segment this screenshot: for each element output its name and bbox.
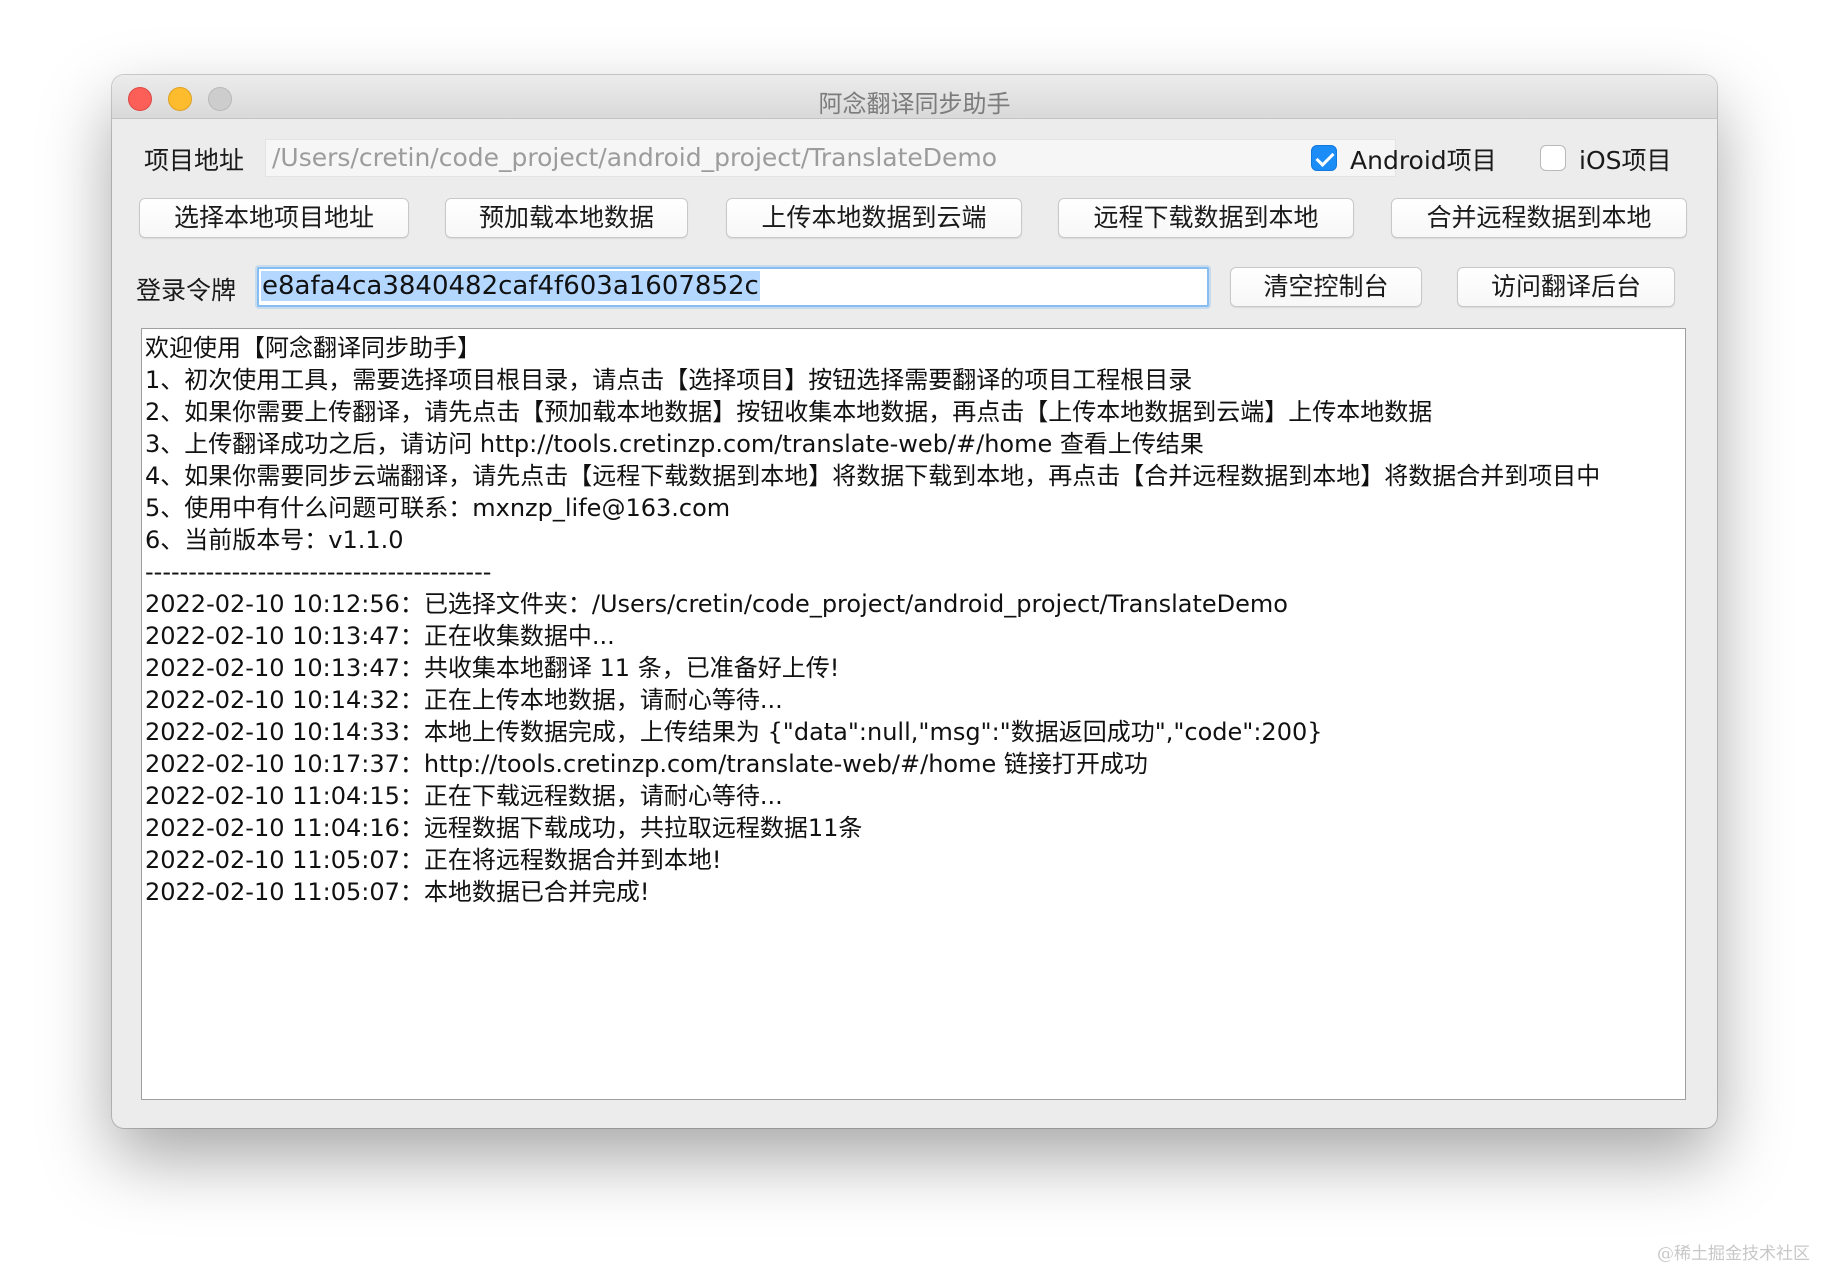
upload-to-cloud-button[interactable]: 上传本地数据到云端 xyxy=(726,198,1022,238)
console-line: 2022-02-10 10:14:33：本地上传数据完成，上传结果为 {"dat… xyxy=(145,718,1323,746)
console-line: 4、如果你需要同步云端翻译，请先点击【远程下载数据到本地】将数据下载到本地，再点… xyxy=(145,462,1601,490)
app-window: 阿念翻译同步助手 项目地址 /Users/cretin/code_project… xyxy=(112,75,1717,1128)
console-line: 2022-02-10 11:05:07：正在将远程数据合并到本地! xyxy=(145,846,722,874)
download-remote-button[interactable]: 远程下载数据到本地 xyxy=(1058,198,1354,238)
console-line: 2、如果你需要上传翻译，请先点击【预加载本地数据】按钮收集本地数据，再点击【上传… xyxy=(145,398,1433,426)
console-line: ---------------------------------------- xyxy=(145,558,492,586)
watermark: @稀土掘金技术社区 xyxy=(1657,1244,1810,1264)
console-line: 2022-02-10 10:13:47：共收集本地翻译 11 条，已准备好上传! xyxy=(145,654,840,682)
console-line: 2022-02-10 10:14:32：正在上传本地数据，请耐心等待... xyxy=(145,686,783,714)
preload-local-data-button[interactable]: 预加载本地数据 xyxy=(445,198,688,238)
select-local-project-button[interactable]: 选择本地项目地址 xyxy=(139,198,409,238)
android-project-label[interactable]: Android项目 xyxy=(1350,141,1497,177)
ios-project-checkbox[interactable] xyxy=(1540,145,1566,171)
login-token-value: e8afa4ca3840482caf4f603a1607852c xyxy=(261,271,760,301)
console-line: 2022-02-10 10:12:56：已选择文件夹：/Users/cretin… xyxy=(145,590,1288,618)
console-line: 5、使用中有什么问题可联系：mxnzp_life@163.com xyxy=(145,494,731,522)
console-line: 1、初次使用工具，需要选择项目根目录，请点击【选择项目】按钮选择需要翻译的项目工… xyxy=(145,366,1193,394)
visit-translate-backend-button[interactable]: 访问翻译后台 xyxy=(1457,267,1675,307)
console-line: 欢迎使用【阿念翻译同步助手】 xyxy=(145,334,481,362)
console-line: 2022-02-10 10:17:37：http://tools.cretinz… xyxy=(145,750,1148,778)
title-bar[interactable]: 阿念翻译同步助手 xyxy=(112,75,1717,119)
login-token-label: 登录令牌 xyxy=(136,276,237,305)
console-line: 6、当前版本号：v1.1.0 xyxy=(145,526,404,554)
android-project-checkbox[interactable] xyxy=(1311,145,1337,171)
project-path-field[interactable]: /Users/cretin/code_project/android_proje… xyxy=(265,139,1396,177)
project-path-label: 项目地址 xyxy=(144,146,245,175)
clear-console-button[interactable]: 清空控制台 xyxy=(1230,267,1422,307)
login-token-input[interactable]: e8afa4ca3840482caf4f603a1607852c xyxy=(257,267,1209,307)
console-line: 2022-02-10 10:13:47：正在收集数据中... xyxy=(145,622,615,650)
console-line: 3、上传翻译成功之后，请访问 http://tools.cretinzp.com… xyxy=(145,430,1204,458)
console-line: 2022-02-10 11:04:15：正在下载远程数据，请耐心等待... xyxy=(145,782,783,810)
console-line: 2022-02-10 11:05:07：本地数据已合并完成! xyxy=(145,878,650,906)
ios-project-label[interactable]: iOS项目 xyxy=(1579,141,1672,177)
merge-remote-button[interactable]: 合并远程数据到本地 xyxy=(1391,198,1687,238)
console-output[interactable]: 欢迎使用【阿念翻译同步助手】 1、初次使用工具，需要选择项目根目录，请点击【选择项… xyxy=(141,328,1686,1100)
window-title: 阿念翻译同步助手 xyxy=(818,90,1011,118)
console-line: 2022-02-10 11:04:16：远程数据下载成功，共拉取远程数据11条 xyxy=(145,814,863,842)
